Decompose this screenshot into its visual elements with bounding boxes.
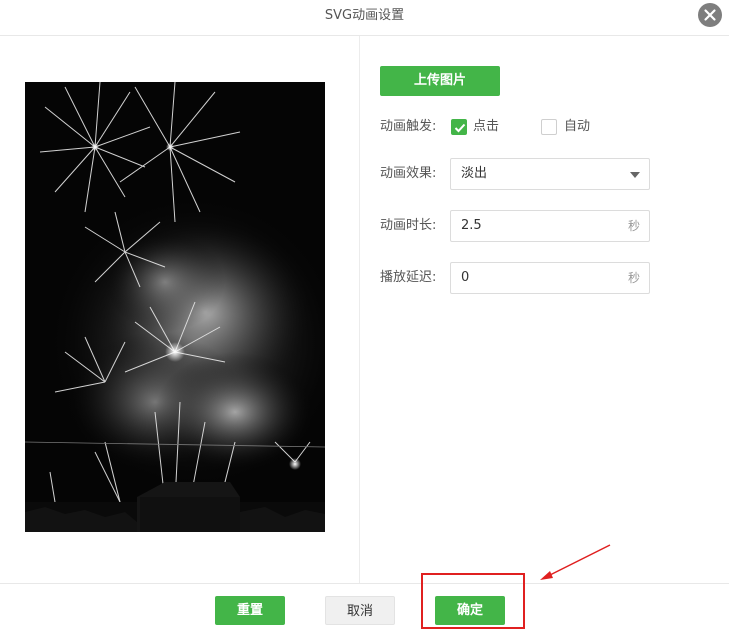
effect-value: 淡出 bbox=[461, 166, 488, 181]
confirm-button[interactable]: 确定 bbox=[435, 596, 505, 625]
trigger-auto-checkbox[interactable] bbox=[541, 119, 557, 135]
settings-pane: 上传图片 动画触发: 点击 自动 动画效果: 淡出 动画时长: 2.5 秒 播放… bbox=[360, 36, 729, 583]
preview-pane bbox=[0, 36, 360, 583]
dialog-title: SVG动画设置 bbox=[324, 8, 405, 23]
fireworks-image bbox=[25, 82, 325, 532]
close-icon[interactable] bbox=[698, 3, 722, 27]
reset-button[interactable]: 重置 bbox=[215, 596, 285, 625]
dialog-titlebar: SVG动画设置 bbox=[0, 0, 729, 36]
trigger-click-label[interactable]: 点击 bbox=[473, 117, 499, 137]
chevron-down-icon bbox=[630, 172, 640, 178]
delay-unit: 秒 bbox=[627, 271, 640, 285]
duration-input[interactable]: 2.5 秒 bbox=[450, 210, 650, 242]
cancel-button[interactable]: 取消 bbox=[325, 596, 395, 625]
duration-unit: 秒 bbox=[627, 219, 640, 233]
delay-input[interactable]: 0 秒 bbox=[450, 262, 650, 294]
trigger-click-checkbox[interactable] bbox=[451, 119, 467, 135]
svg-animation-dialog: SVG动画设置 上传图片 动画触发: 点击 自动 动画效果: 淡出 动画时长: … bbox=[0, 0, 729, 630]
trigger-label: 动画触发: bbox=[380, 119, 437, 134]
effect-label: 动画效果: bbox=[380, 166, 437, 181]
dialog-footer: 重置 取消 确定 bbox=[0, 583, 729, 630]
effect-select[interactable]: 淡出 bbox=[450, 158, 650, 190]
duration-value: 2.5 bbox=[461, 218, 482, 233]
upload-image-button[interactable]: 上传图片 bbox=[380, 66, 500, 96]
trigger-auto-label[interactable]: 自动 bbox=[564, 117, 590, 137]
delay-value: 0 bbox=[461, 270, 470, 285]
delay-label: 播放延迟: bbox=[380, 270, 437, 285]
duration-label: 动画时长: bbox=[380, 218, 437, 233]
